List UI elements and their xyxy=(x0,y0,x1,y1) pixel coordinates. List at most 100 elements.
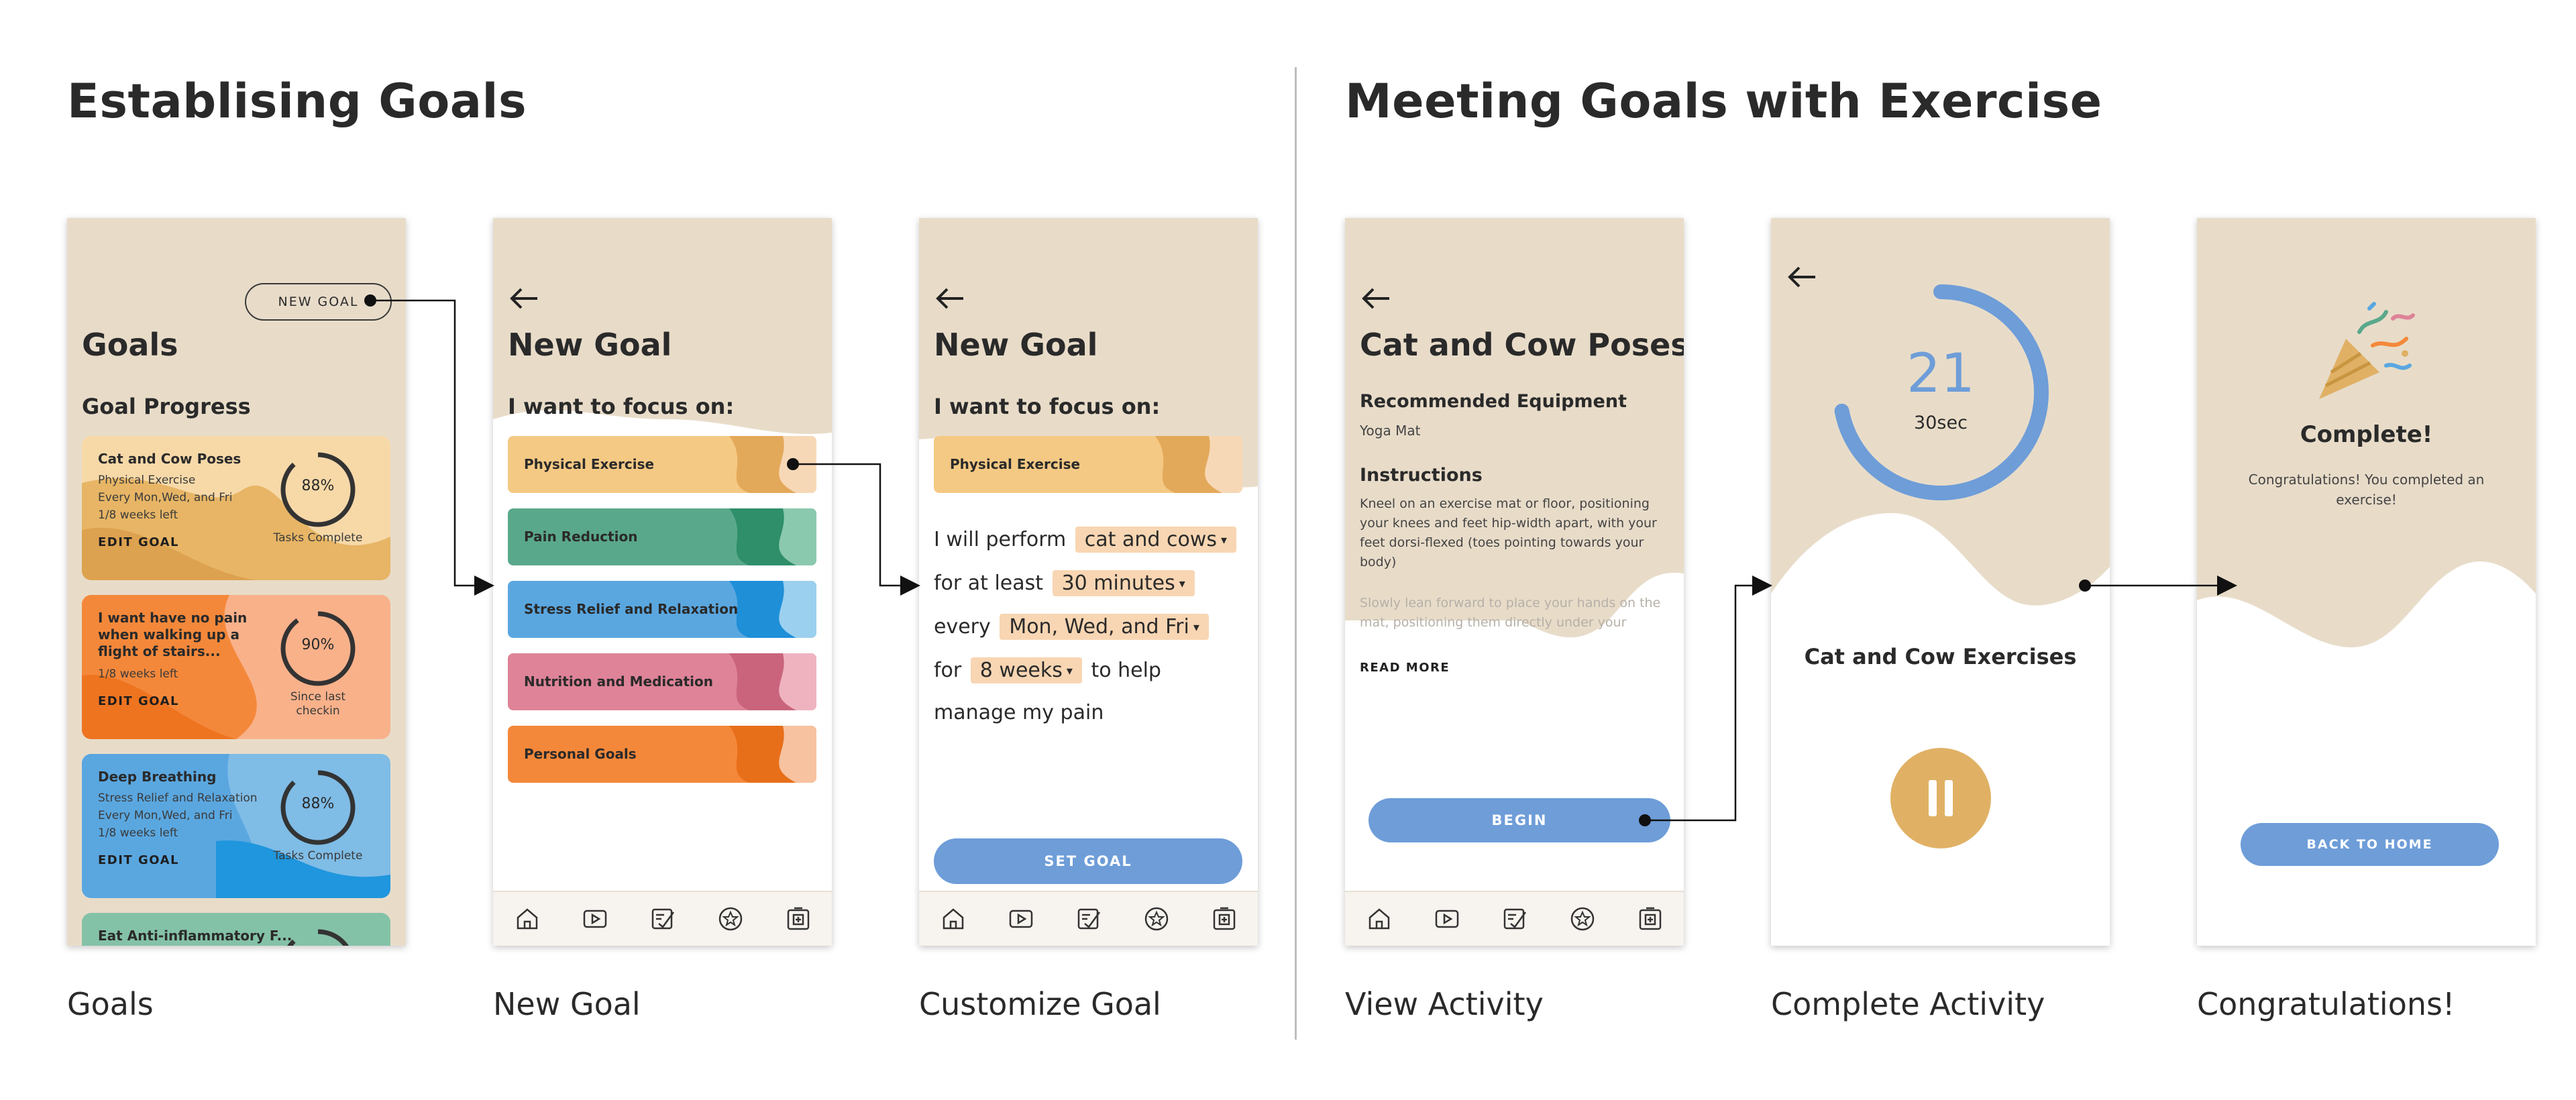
page-title: Cat and Cow Poses xyxy=(1360,327,1684,363)
section-divider xyxy=(1295,67,1297,1040)
checklist-icon[interactable] xyxy=(1075,905,1102,932)
category-pain-reduction[interactable]: Pain Reduction xyxy=(508,508,816,565)
progress-label: Since last checkin xyxy=(290,690,346,718)
home-icon[interactable] xyxy=(1366,905,1393,932)
back-to-home-label: BACK TO HOME xyxy=(2306,837,2433,852)
progress-percent: 88% xyxy=(301,795,335,812)
back-arrow-icon[interactable] xyxy=(1786,264,1818,290)
star-icon[interactable] xyxy=(1143,905,1170,932)
bottom-nav xyxy=(1345,891,1684,946)
goal-category: Stress Relief and Relaxation xyxy=(98,791,258,805)
congrats-message: Congratulations! You completed an exerci… xyxy=(2248,472,2485,508)
goal-weeks-left: 1/8 weeks left xyxy=(98,826,178,840)
star-icon[interactable] xyxy=(717,905,744,932)
focus-prompt: I want to focus on: xyxy=(934,394,1161,419)
star-icon[interactable] xyxy=(1569,905,1596,932)
set-goal-label: SET GOAL xyxy=(1044,853,1132,869)
pause-button[interactable] xyxy=(1890,748,1991,848)
goal-progress-heading: Goal Progress xyxy=(82,394,251,419)
section-title-meeting: Meeting Goals with Exercise xyxy=(1345,74,2102,129)
category-label: Pain Reduction xyxy=(524,529,638,545)
goal-title: Deep Breathing xyxy=(98,769,217,785)
goal-sentence-line-1: I will perform cat and cows ▾ xyxy=(934,527,1239,553)
edit-goal-link[interactable]: EDIT GOAL xyxy=(98,853,179,867)
caret-down-icon: ▾ xyxy=(1066,664,1073,678)
play-icon[interactable] xyxy=(582,905,608,932)
new-goal-button[interactable]: NEW GOAL xyxy=(245,283,392,321)
equipment-heading: Recommended Equipment xyxy=(1360,391,1627,412)
category-label: Nutrition and Medication xyxy=(524,673,714,690)
phone-view-activity: Cat and Cow Poses Recommended Equipment … xyxy=(1345,218,1684,946)
set-goal-button[interactable]: SET GOAL xyxy=(934,838,1242,884)
category-physical-exercise[interactable]: Physical Exercise xyxy=(508,436,816,493)
medical-plus-icon[interactable] xyxy=(1211,905,1238,932)
home-icon[interactable] xyxy=(514,905,541,932)
days-value: Mon, Wed, and Fri xyxy=(1009,615,1189,639)
home-icon[interactable] xyxy=(940,905,967,932)
activity-value: cat and cows xyxy=(1084,528,1217,551)
selected-category[interactable]: Physical Exercise xyxy=(934,436,1242,493)
bottom-nav xyxy=(493,891,832,946)
back-arrow-icon[interactable] xyxy=(1360,285,1392,312)
phone-complete-activity: 21 30sec Cat and Cow Exercises xyxy=(1771,218,2110,946)
activity-dropdown[interactable]: cat and cows ▾ xyxy=(1075,527,1237,553)
medical-plus-icon[interactable] xyxy=(1637,905,1664,932)
goal-card-stairs[interactable]: I want have no pain when walking up a fl… xyxy=(82,595,390,739)
back-to-home-button[interactable]: BACK TO HOME xyxy=(2241,823,2499,866)
goal-weeks-left: 1/8 weeks left xyxy=(98,508,178,522)
goal-card-cat-cow[interactable]: Cat and Cow Poses Physical Exercise Ever… xyxy=(82,436,390,580)
weeks-dropdown[interactable]: 8 weeks ▾ xyxy=(970,657,1082,683)
phone-goals: NEW GOAL Goals Goal Progress Cat and Cow… xyxy=(67,218,406,946)
phone-customize-goal: New Goal I want to focus on: Physical Ex… xyxy=(919,218,1258,946)
caption-congratulations: Congratulations! xyxy=(2197,986,2455,1022)
caret-down-icon: ▾ xyxy=(1193,620,1199,635)
sentence-text: for xyxy=(934,659,962,682)
phone-new-goal: New Goal I want to focus on: Physical Ex… xyxy=(493,218,832,946)
checklist-icon[interactable] xyxy=(649,905,676,932)
caret-down-icon: ▾ xyxy=(1220,533,1228,547)
category-label: Stress Relief and Relaxation xyxy=(524,601,739,617)
progress-percent: 88% xyxy=(301,478,335,494)
instructions-heading: Instructions xyxy=(1360,465,1483,486)
caption-view-activity: View Activity xyxy=(1345,986,1544,1022)
days-dropdown[interactable]: Mon, Wed, and Fri ▾ xyxy=(1000,614,1209,640)
caption-new-goal: New Goal xyxy=(493,986,641,1022)
checklist-icon[interactable] xyxy=(1501,905,1528,932)
back-arrow-icon[interactable] xyxy=(508,285,540,312)
progress-ring xyxy=(280,929,356,946)
goal-schedule: Every Mon,Wed, and Fri xyxy=(98,809,233,822)
category-label: Personal Goals xyxy=(524,746,637,762)
goal-card-breathing[interactable]: Deep Breathing Stress Relief and Relaxat… xyxy=(82,754,390,898)
medical-plus-icon[interactable] xyxy=(785,905,812,932)
party-popper-icon xyxy=(2319,302,2415,399)
play-icon[interactable] xyxy=(1008,905,1034,932)
sentence-text: every xyxy=(934,615,991,639)
play-icon[interactable] xyxy=(1434,905,1460,932)
complete-title: Complete! xyxy=(2300,421,2433,448)
goal-sentence-line-4: for 8 weeks ▾ to help xyxy=(934,657,1161,683)
timer-unit: 30sec xyxy=(1914,412,1968,433)
progress-label: Tasks Complete xyxy=(273,531,363,545)
new-goal-label: NEW GOAL xyxy=(278,294,359,309)
duration-value: 30 minutes xyxy=(1061,571,1175,595)
edit-goal-link[interactable]: EDIT GOAL xyxy=(98,694,179,708)
goal-weeks-left: 1/8 weeks left xyxy=(98,667,178,681)
section-title-establishing: Establising Goals xyxy=(67,74,527,129)
sentence-text: I will perform xyxy=(934,528,1067,551)
goal-card-anti-inflammatory[interactable]: Eat Anti-inflammatory F... xyxy=(82,913,390,946)
edit-goal-link[interactable]: EDIT GOAL xyxy=(98,535,179,549)
equipment-value: Yoga Mat xyxy=(1360,423,1421,439)
category-nutrition[interactable]: Nutrition and Medication xyxy=(508,653,816,710)
goal-sentence-line-2: for at least 30 minutes ▾ xyxy=(934,570,1197,596)
category-label: Physical Exercise xyxy=(950,456,1081,472)
caret-down-icon: ▾ xyxy=(1179,577,1185,591)
focus-prompt: I want to focus on: xyxy=(508,394,735,419)
back-arrow-icon[interactable] xyxy=(934,285,966,312)
begin-button[interactable]: BEGIN xyxy=(1368,798,1670,842)
category-personal-goals[interactable]: Personal Goals xyxy=(508,726,816,783)
category-stress-relief[interactable]: Stress Relief and Relaxation xyxy=(508,581,816,638)
caption-goals: Goals xyxy=(67,986,154,1022)
read-more-link[interactable]: READ MORE xyxy=(1360,661,1450,675)
timer-count: 21 xyxy=(1907,342,1975,404)
duration-dropdown[interactable]: 30 minutes ▾ xyxy=(1052,570,1195,596)
